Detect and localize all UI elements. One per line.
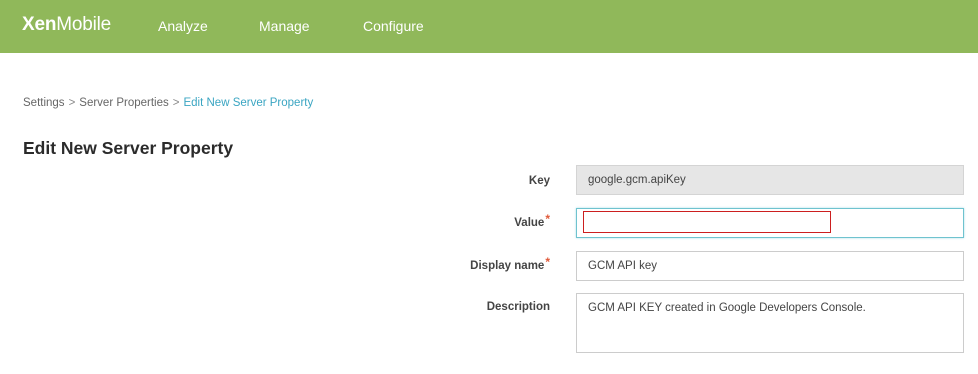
- breadcrumb-current: Edit New Server Property: [183, 97, 314, 109]
- key-label: Key: [529, 174, 550, 188]
- display-name-label-text: Display name: [470, 260, 545, 272]
- brand-bold: Xen: [22, 14, 57, 35]
- required-asterisk: *: [545, 212, 550, 226]
- value-field[interactable]: [576, 208, 964, 238]
- description-label-text: Description: [486, 301, 550, 313]
- breadcrumb: Settings > Server Properties > Edit New Serv…: [23, 96, 313, 110]
- breadcrumb-separator: >: [172, 97, 180, 109]
- display-name-field[interactable]: [576, 251, 964, 281]
- xenmobile-logo[interactable]: XenMobile: [22, 13, 111, 37]
- page-title: Edit New Server Property: [23, 138, 234, 158]
- breadcrumb-separator: >: [68, 97, 76, 109]
- key-label-text: Key: [528, 175, 550, 187]
- top-navigation-bar: XenMobile Analyze Manage Configure: [0, 0, 978, 53]
- brand-light: Mobile: [56, 14, 112, 35]
- description-field[interactable]: GCM API KEY created in Google Developers…: [576, 293, 964, 353]
- key-field[interactable]: [576, 165, 964, 195]
- display-name-label: Display name*: [470, 255, 550, 273]
- required-asterisk: *: [545, 255, 550, 269]
- value-label: Value*: [514, 212, 550, 230]
- nav-manage[interactable]: Manage: [259, 17, 310, 35]
- breadcrumb-server-properties[interactable]: Server Properties: [79, 97, 168, 109]
- description-label: Description: [487, 300, 550, 314]
- value-label-text: Value: [514, 217, 545, 229]
- breadcrumb-settings[interactable]: Settings: [23, 97, 65, 109]
- nav-configure[interactable]: Configure: [363, 17, 424, 35]
- nav-analyze[interactable]: Analyze: [158, 17, 208, 35]
